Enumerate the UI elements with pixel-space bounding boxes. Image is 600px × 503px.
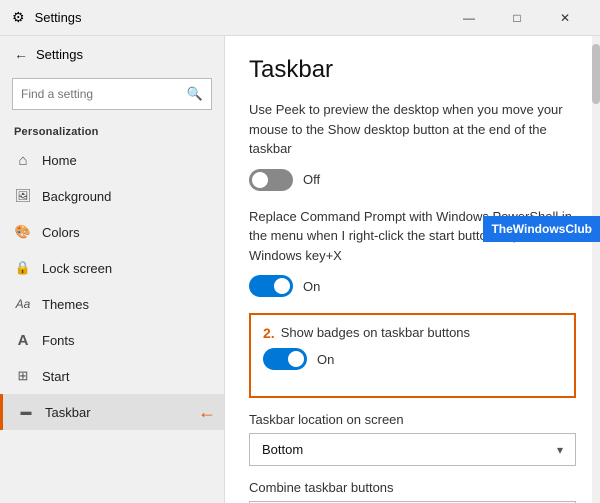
peek-toggle-row: Off <box>249 169 576 191</box>
sidebar-item-themes[interactable]: Aa Themes <box>0 286 224 322</box>
sidebar-item-lockscreen[interactable]: 🔒 Lock screen <box>0 250 224 286</box>
title-bar: ⚙ Settings — □ ✕ <box>0 0 600 36</box>
sidebar-item-colors-label: Colors <box>42 225 80 240</box>
back-label: Settings <box>36 47 83 62</box>
peek-toggle-knob <box>252 172 268 188</box>
badges-toggle-row: On <box>263 348 562 370</box>
lockscreen-icon: 🔒 <box>14 259 32 277</box>
title-bar-title: Settings <box>35 10 82 25</box>
peek-description: Use Peek to preview the desktop when you… <box>249 100 576 159</box>
combine-label: Combine taskbar buttons <box>249 480 576 495</box>
badges-step-row: 2. Show badges on taskbar buttons <box>263 325 562 348</box>
powershell-toggle[interactable] <box>249 275 293 297</box>
sidebar-item-start-label: Start <box>42 369 69 384</box>
sidebar-item-background[interactable]: 🖼 Background <box>0 178 224 214</box>
step1-arrow-icon: ← <box>198 402 216 423</box>
sidebar-item-fonts[interactable]: A Fonts <box>0 322 224 358</box>
home-icon: ⌂ <box>14 151 32 169</box>
powershell-toggle-row: On <box>249 275 576 297</box>
background-icon: 🖼 <box>14 187 32 205</box>
sidebar-item-themes-label: Themes <box>42 297 89 312</box>
sidebar-item-home[interactable]: ⌂ Home <box>0 142 224 178</box>
search-box[interactable]: 🔍 <box>12 78 212 110</box>
scrollbar-track[interactable] <box>592 36 600 503</box>
powershell-toggle-knob <box>274 278 290 294</box>
badges-toggle-label: On <box>317 352 334 367</box>
app-body: ← Settings 🔍 Personalization ⌂ Home 🖼 Ba… <box>0 36 600 503</box>
taskbar-icon: ▬ <box>17 403 35 421</box>
back-button[interactable]: ← Settings <box>0 36 224 72</box>
main-content: Taskbar Use Peek to preview the desktop … <box>225 36 600 503</box>
watermark-badge: TheWindowsClub <box>483 216 600 242</box>
sidebar-item-home-label: Home <box>42 153 77 168</box>
sidebar-item-start[interactable]: ⊞ Start <box>0 358 224 394</box>
fonts-icon: A <box>14 331 32 349</box>
search-icon: 🔍 <box>187 86 203 102</box>
peek-toggle[interactable] <box>249 169 293 191</box>
minimize-button[interactable]: — <box>446 4 492 32</box>
location-label: Taskbar location on screen <box>249 412 576 427</box>
location-dropdown[interactable]: Bottom ▾ <box>249 433 576 466</box>
sidebar-item-lockscreen-label: Lock screen <box>42 261 112 276</box>
themes-icon: Aa <box>14 295 32 313</box>
maximize-button[interactable]: □ <box>494 4 540 32</box>
step2-number: 2. <box>263 325 275 341</box>
sidebar-item-fonts-label: Fonts <box>42 333 75 348</box>
location-dropdown-value: Bottom <box>262 442 303 457</box>
badges-label: Show badges on taskbar buttons <box>281 325 470 340</box>
badges-toggle-knob <box>288 351 304 367</box>
powershell-toggle-label: On <box>303 279 320 294</box>
start-icon: ⊞ <box>14 367 32 385</box>
sidebar-item-colors[interactable]: 🎨 Colors <box>0 214 224 250</box>
sidebar-item-background-label: Background <box>42 189 111 204</box>
settings-icon: ⚙ <box>12 9 25 26</box>
page-title: Taskbar <box>249 56 576 84</box>
sidebar-item-taskbar[interactable]: ▬ Taskbar ← <box>0 394 224 430</box>
sidebar-section-label: Personalization <box>0 118 224 142</box>
scrollbar-thumb[interactable] <box>592 44 600 104</box>
sidebar: ← Settings 🔍 Personalization ⌂ Home 🖼 Ba… <box>0 36 225 503</box>
peek-toggle-label: Off <box>303 172 320 187</box>
badges-toggle[interactable] <box>263 348 307 370</box>
location-dropdown-arrow-icon: ▾ <box>557 443 563 457</box>
sidebar-item-taskbar-label: Taskbar <box>45 405 91 420</box>
badges-highlight-box: 2. Show badges on taskbar buttons On <box>249 313 576 398</box>
search-input[interactable] <box>21 87 187 101</box>
back-arrow-icon: ← <box>14 46 28 62</box>
title-bar-left: ⚙ Settings <box>12 9 82 26</box>
colors-icon: 🎨 <box>14 223 32 241</box>
title-bar-controls: — □ ✕ <box>446 4 588 32</box>
close-button[interactable]: ✕ <box>542 4 588 32</box>
